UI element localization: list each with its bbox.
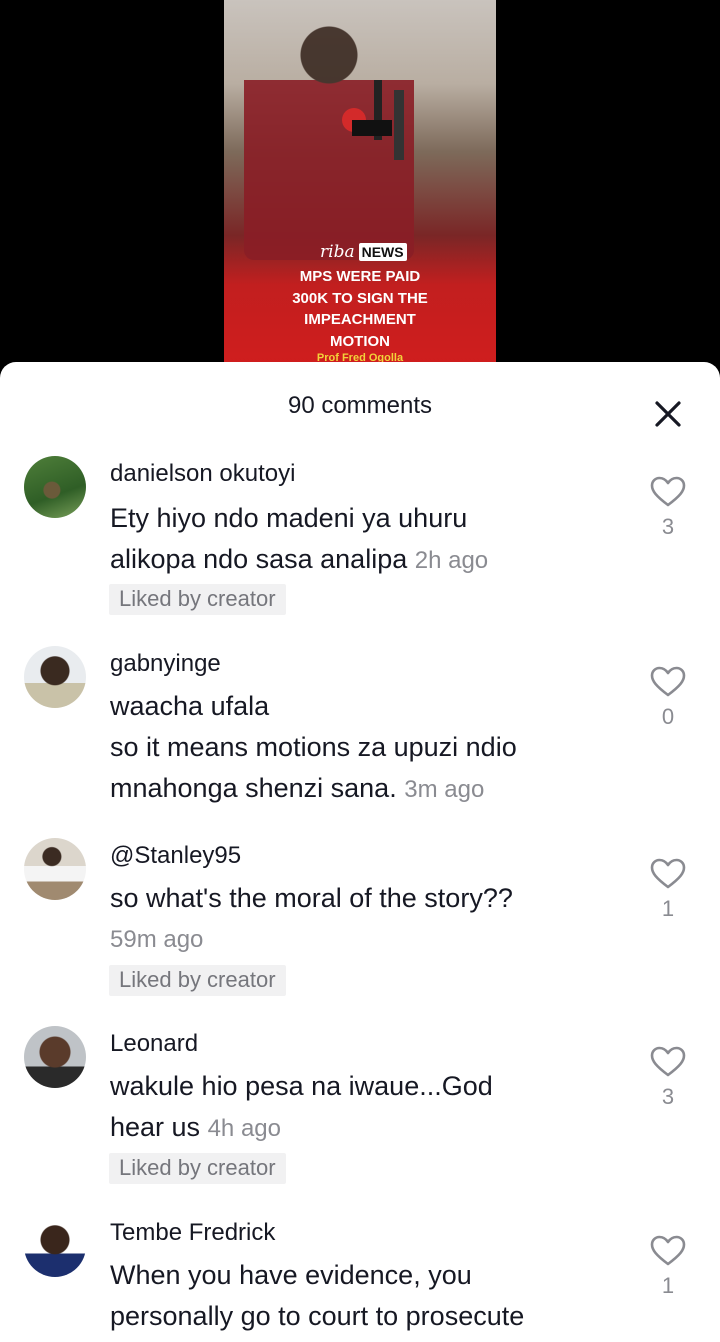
comment-time: 59m ago: [110, 926, 204, 953]
liked-by-creator-badge: Liked by creator: [109, 584, 286, 615]
heart-icon: [650, 666, 686, 697]
comment-username[interactable]: danielson okutoyi: [110, 460, 295, 488]
comment-username[interactable]: Tembe Fredrick: [110, 1219, 275, 1247]
comment-text-line: alikopa ndo sasa analipa: [110, 544, 408, 574]
like-count: 0: [661, 704, 675, 729]
comment-text: wakule hio pesa na iwaue...God hear us 4…: [110, 1066, 610, 1149]
comment-text-line: mnahonga shenzi sana.: [110, 773, 397, 803]
avatar[interactable]: [24, 838, 86, 900]
heart-icon: [650, 858, 686, 889]
logo-riba-text: riba: [320, 242, 355, 262]
microphones-image: [342, 80, 404, 160]
like-button[interactable]: 1: [648, 1235, 688, 1305]
comments-sheet: 90 comments danielson okutoyi Ety hiyo n…: [0, 362, 720, 1342]
headline-line: IMPEACHMENT: [304, 311, 416, 328]
news-logo: riba NEWS: [320, 242, 407, 262]
headline-line: 300K TO SIGN THE: [292, 289, 428, 307]
comment-text: so what's the moral of the story?? 59m a…: [110, 878, 610, 960]
heart-icon: [650, 476, 686, 507]
liked-by-creator-badge: Liked by creator: [109, 965, 286, 996]
comment-text-line: so it means motions za upuzi ndio: [110, 732, 517, 762]
comment-text: waacha ufala so it means motions za upuz…: [110, 686, 610, 810]
comment-text: When you have evidence, you personally g…: [110, 1255, 610, 1337]
video-area[interactable]: riba NEWS MPS WERE PAID 300K TO SIGN THE…: [0, 0, 720, 380]
comment-time: 2h ago: [414, 547, 489, 574]
heart-icon: [650, 1235, 686, 1266]
like-button[interactable]: 0: [648, 666, 688, 736]
comment-text-line: hear us: [110, 1112, 201, 1142]
avatar[interactable]: [24, 1026, 86, 1088]
like-count: 1: [661, 1273, 675, 1298]
comment-text: Ety hiyo ndo madeni ya uhuru alikopa ndo…: [110, 498, 610, 581]
comment-text-line: Ety hiyo ndo madeni ya uhuru: [110, 503, 468, 533]
logo-news-text: NEWS: [358, 243, 407, 261]
avatar[interactable]: [24, 456, 86, 518]
like-count: 3: [661, 1084, 675, 1109]
comments-count-title: 90 comments: [287, 392, 433, 419]
avatar[interactable]: [24, 646, 86, 708]
comment-time: 4h ago: [207, 1115, 281, 1142]
like-count: 3: [661, 514, 675, 539]
avatar[interactable]: [24, 1215, 86, 1277]
like-button[interactable]: 3: [648, 476, 688, 546]
comment-username[interactable]: Leonard: [110, 1030, 198, 1058]
comment-text-line: personally go to court to prosecute: [110, 1301, 525, 1331]
like-count: 1: [661, 896, 675, 921]
comment-username[interactable]: @Stanley95: [110, 842, 241, 870]
close-button[interactable]: [648, 394, 688, 434]
like-button[interactable]: 3: [648, 1046, 688, 1116]
comment-text-line: so what's the moral of the story??: [110, 883, 513, 913]
comments-header: 90 comments: [0, 362, 720, 452]
headline-line: MOTION: [330, 332, 390, 350]
like-button[interactable]: 1: [648, 858, 688, 928]
liked-by-creator-badge: Liked by creator: [109, 1153, 286, 1184]
headline-line: MPS WERE PAID: [299, 268, 421, 285]
video-thumbnail[interactable]: riba NEWS MPS WERE PAID 300K TO SIGN THE…: [224, 0, 496, 380]
video-headline: MPS WERE PAID 300K TO SIGN THE IMPEACHME…: [224, 266, 496, 352]
heart-icon: [650, 1046, 686, 1077]
comment-username[interactable]: gabnyinge: [110, 650, 221, 678]
comment-text-line: When you have evidence, you: [110, 1260, 472, 1290]
close-icon: [655, 401, 681, 427]
comment-text-line: waacha ufala: [110, 691, 270, 721]
comment-time: 3m ago: [404, 776, 485, 803]
comment-text-line: wakule hio pesa na iwaue...God: [110, 1071, 493, 1101]
